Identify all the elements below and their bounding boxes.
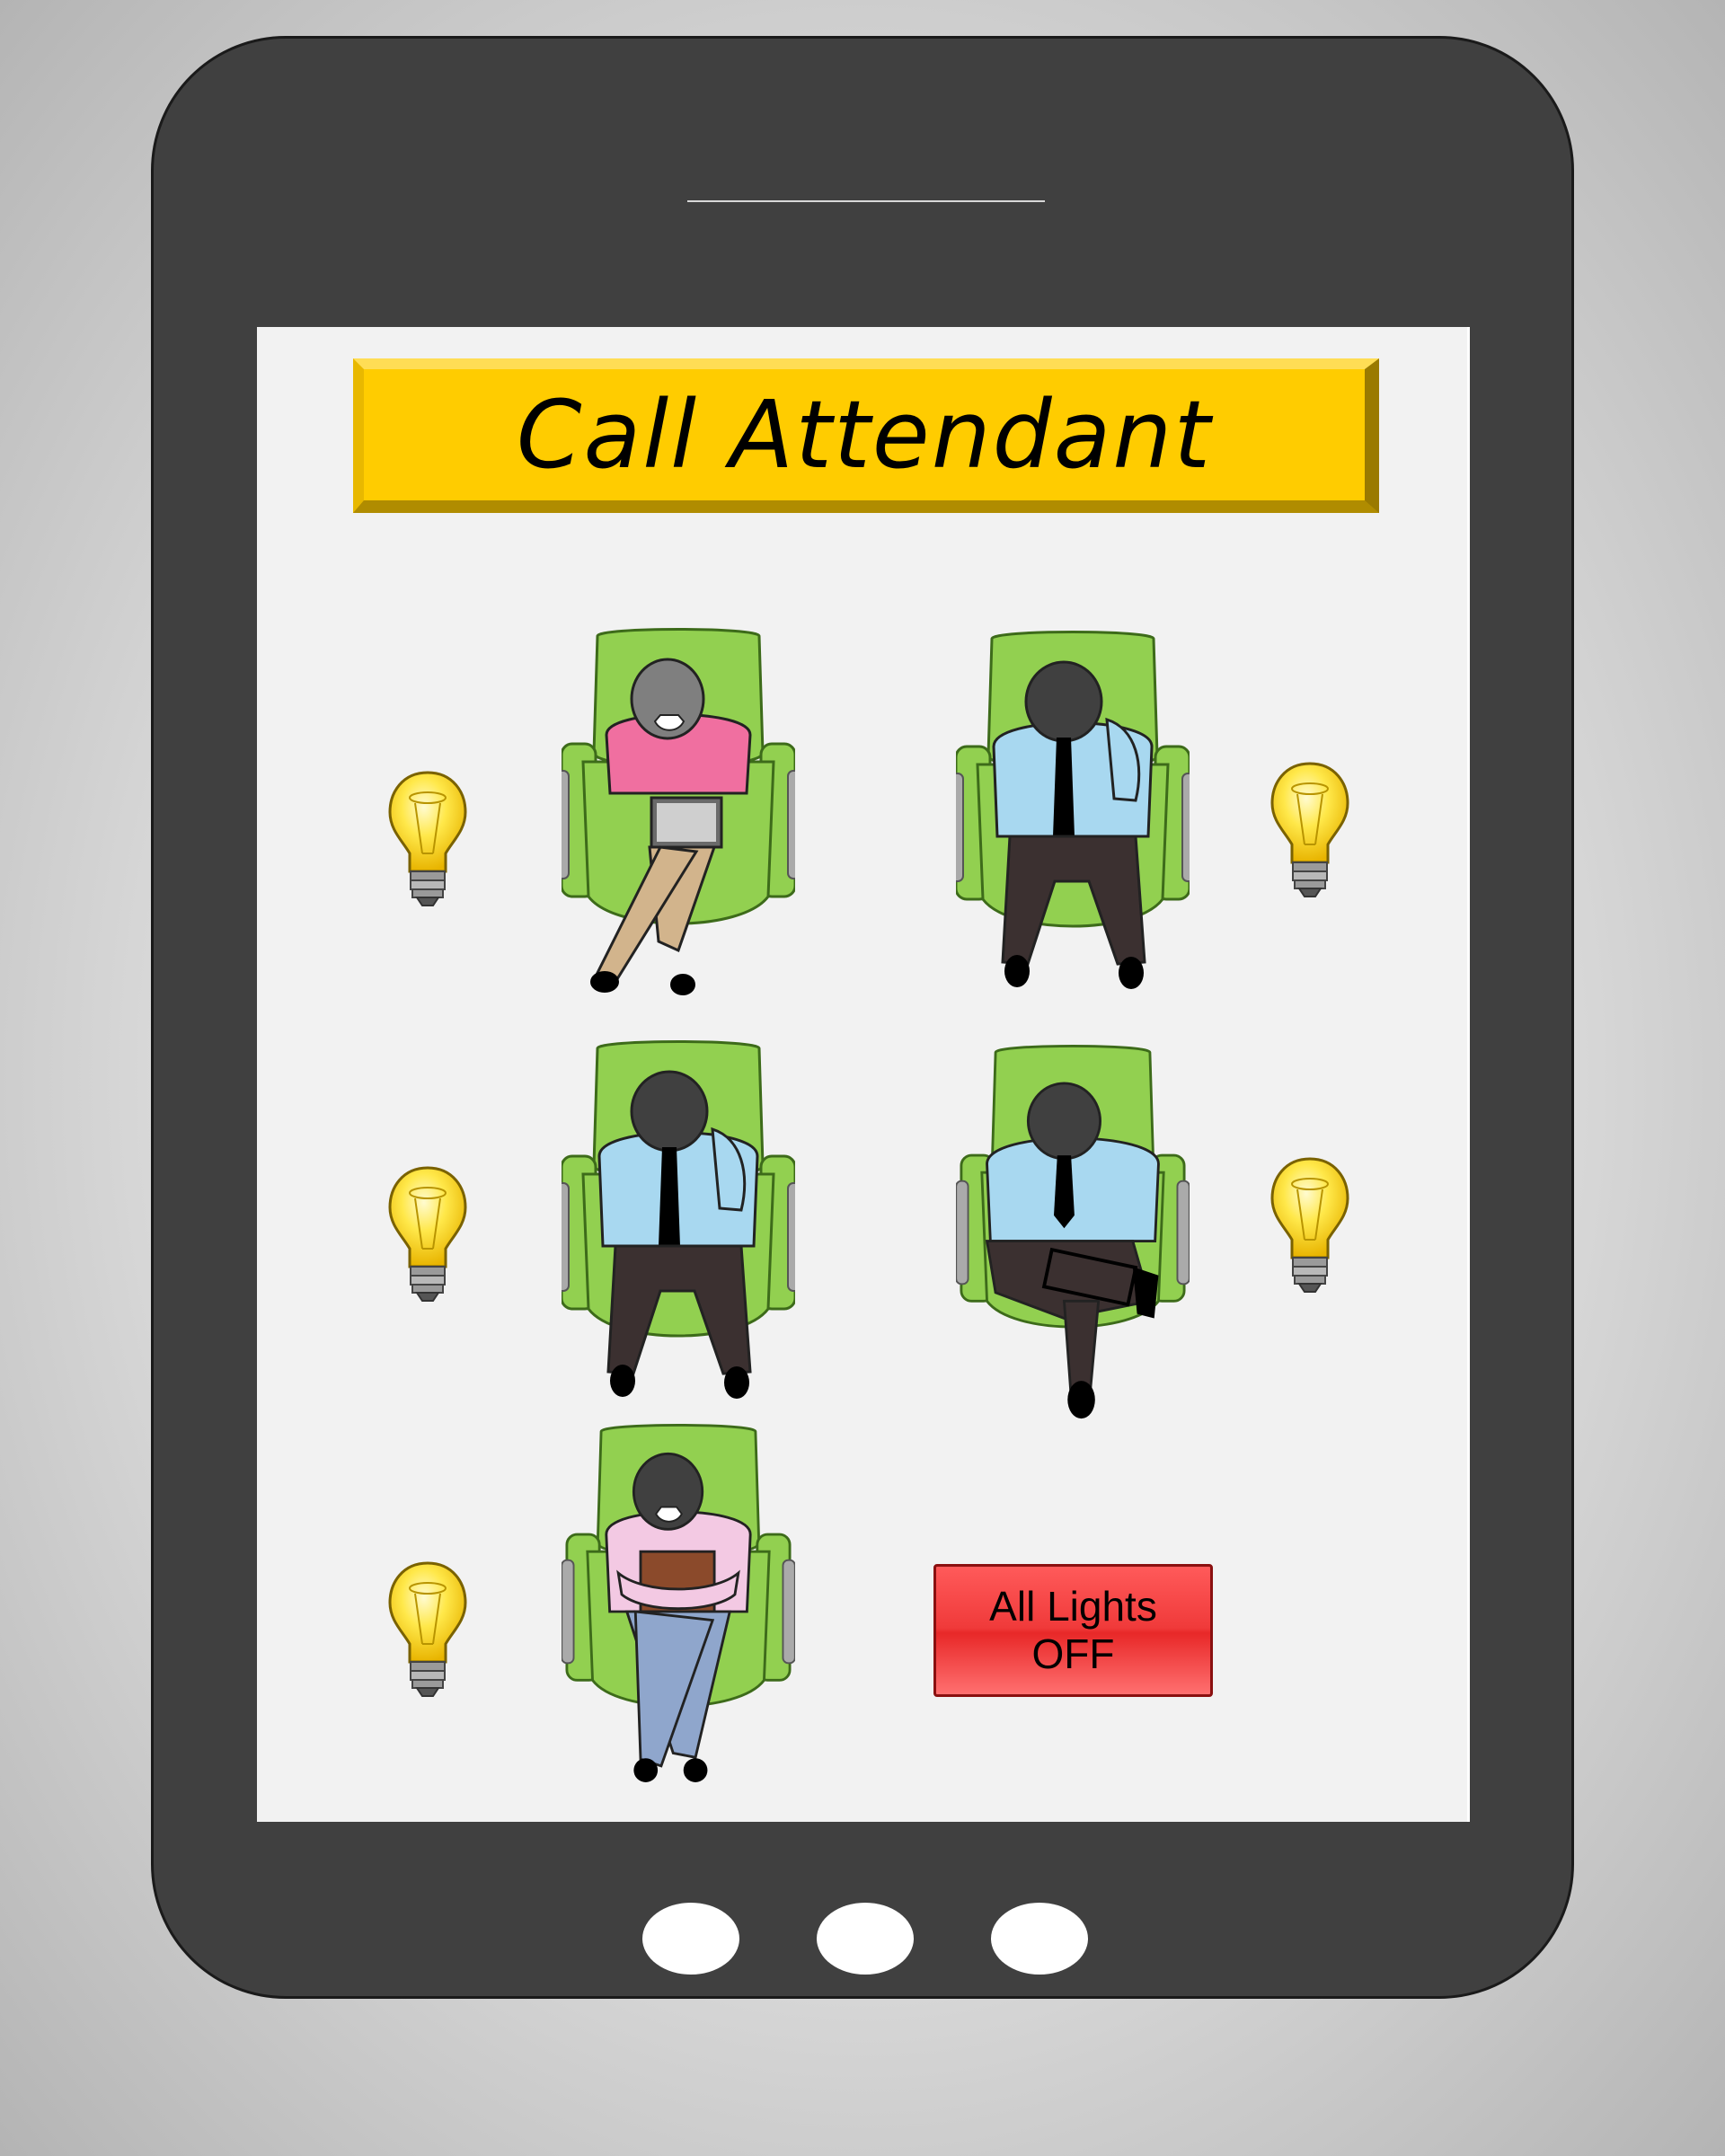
all-lights-off-button[interactable]: All Lights OFF [933,1564,1213,1697]
seated-passenger-1 [562,628,795,995]
light-bulb-icon[interactable] [1265,758,1355,902]
light-bulb-icon[interactable] [383,767,473,911]
call-attendant-label: Call Attendant [516,380,1213,490]
light-bulb-icon[interactable] [383,1558,473,1701]
light-bulb-icon[interactable] [1265,1153,1355,1297]
all-lights-off-label-line2: OFF [1031,1630,1115,1677]
light-bulb-icon[interactable] [383,1162,473,1306]
all-lights-off-label-line1: All Lights [989,1583,1157,1630]
home-button-icon[interactable] [642,1903,739,1975]
seated-passenger-5 [562,1423,795,1782]
call-attendant-button[interactable]: Call Attendant [353,358,1379,513]
seated-passenger-4 [956,1044,1190,1419]
seated-passenger-3 [562,1040,795,1399]
tablet-screen: Call Attendant All Lights OFF [257,327,1470,1822]
seated-passenger-2 [956,631,1190,989]
home-button-icon[interactable] [991,1903,1088,1975]
tablet-device: Call Attendant All Lights OFF [151,36,1574,1999]
home-button-icon[interactable] [817,1903,914,1975]
speaker-slot [687,200,1045,202]
